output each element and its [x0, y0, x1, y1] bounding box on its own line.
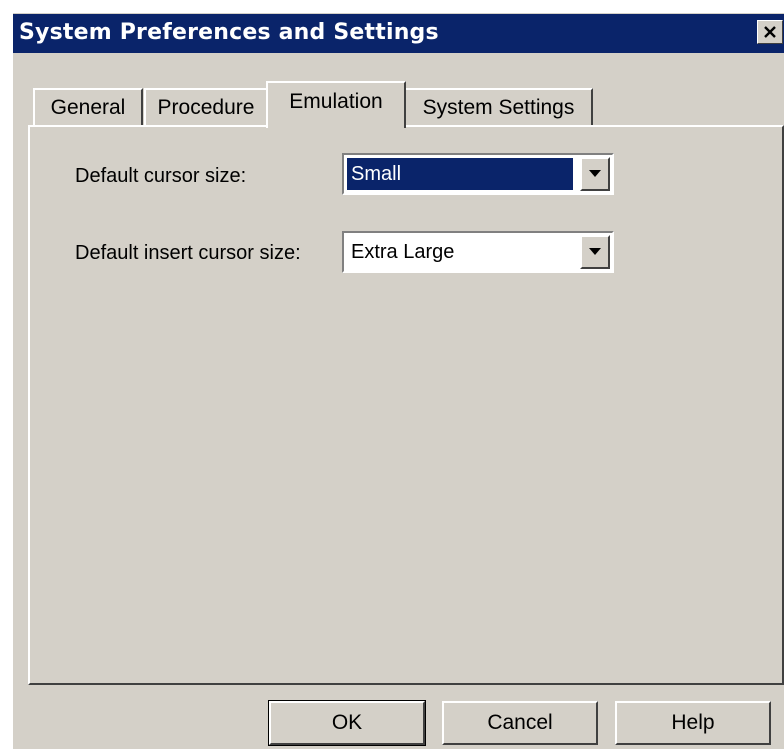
tab-procedure[interactable]: Procedure [144, 88, 268, 126]
default-cursor-size-label: Default cursor size: [75, 165, 247, 187]
title-bar[interactable]: System Preferences and Settings [13, 13, 784, 53]
cancel-button[interactable]: Cancel [442, 701, 598, 745]
tab-emulation[interactable]: Emulation [266, 81, 406, 128]
chevron-down-icon [589, 248, 601, 255]
window-title: System Preferences and Settings [19, 20, 439, 45]
close-button[interactable] [757, 20, 783, 44]
tab-system-settings[interactable]: System Settings [404, 88, 593, 126]
help-button[interactable]: Help [615, 701, 771, 745]
default-insert-cursor-size-value: Extra Large [351, 241, 455, 263]
preferences-dialog: System Preferences and Settings General … [13, 13, 784, 749]
dropdown-arrow-button[interactable] [580, 157, 610, 191]
tab-general[interactable]: General [33, 88, 143, 126]
default-insert-cursor-size-dropdown[interactable]: Extra Large [342, 231, 614, 273]
ok-button[interactable]: OK [268, 700, 426, 746]
close-x-icon [764, 26, 776, 38]
default-cursor-size-dropdown[interactable]: Small [342, 153, 614, 195]
chevron-down-icon [589, 170, 601, 177]
default-cursor-size-value: Small [347, 158, 573, 190]
default-insert-cursor-size-label: Default insert cursor size: [75, 242, 301, 264]
dropdown-arrow-button[interactable] [580, 235, 610, 269]
emulation-tab-panel: Default cursor size: Small Default inser… [28, 125, 784, 685]
